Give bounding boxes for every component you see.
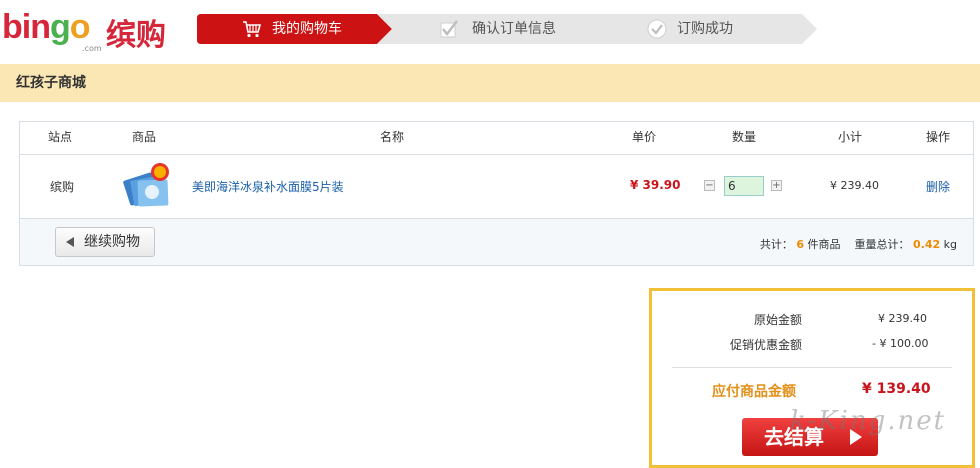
check-circle-icon [647, 19, 667, 39]
header-name: 名称 [380, 130, 405, 144]
cart-footer: 继续购物 共计： 6 件商品 重量总计： 0.42 kg [20, 218, 973, 265]
step-label: 确认订单信息 [472, 21, 556, 37]
continue-shopping-button[interactable]: 继续购物 [55, 227, 155, 257]
weight-unit: kg [943, 238, 957, 251]
order-totals: 原始金额 ¥ 239.40 促销优惠金额 - ¥ 100.00 应付商品金额 ¥… [649, 288, 975, 468]
original-amount-value: ¥ 239.40 [878, 312, 927, 325]
logo-brand: bingo [2, 8, 91, 46]
quantity-increase-button[interactable]: + [771, 180, 782, 191]
logo-cn: 缤购 [106, 18, 166, 53]
cart-icon [243, 21, 262, 38]
table-header: 站点 商品 名称 单价 数量 小计 操作 [20, 122, 973, 155]
payable-amount-value: ¥ 139.40 [862, 381, 931, 397]
cart-summary: 共计： 6 件商品 重量总计： 0.42 kg [760, 236, 957, 252]
delete-link[interactable]: 删除 [926, 178, 950, 195]
header-site: 站点 [48, 130, 73, 144]
quantity-decrease-button[interactable]: − [704, 180, 715, 191]
unit-price: ¥ 39.90 [630, 178, 681, 192]
item-subtotal: ¥ 239.40 [830, 179, 879, 192]
step-my-cart: 我的购物车 [197, 14, 392, 44]
original-amount-label: 原始金额 [754, 313, 803, 327]
store-name: 红孩子商城 [0, 64, 980, 102]
cart-table: 站点 商品 名称 单价 数量 小计 操作 缤购 美即海洋冰泉补水面膜5片装 ¥ … [19, 121, 974, 266]
totals-divider [672, 367, 952, 368]
item-count: 6 [796, 238, 804, 251]
header-product: 商品 [132, 130, 157, 144]
checkout-steps: 我的购物车 确认订单信息 订购成功 [197, 14, 817, 44]
product-image[interactable] [122, 162, 174, 210]
payable-amount-label: 应付商品金额 [712, 384, 796, 400]
step-confirm-order: 确认订单信息 [377, 14, 607, 44]
check-icon [440, 20, 458, 38]
continue-shopping-label: 继续购物 [84, 234, 140, 250]
logo-dotcom: .com [82, 44, 102, 53]
header-subtotal: 小计 [838, 130, 863, 144]
header-quantity: 数量 [732, 130, 757, 144]
header-unit-price: 单价 [632, 130, 657, 144]
site-logo[interactable]: bingo .com 缤购 [2, 8, 177, 53]
header: bingo .com 缤购 我的购物车 确认订单信息 订购成功 [0, 0, 980, 62]
item-site: 缤购 [50, 180, 75, 194]
product-name-link[interactable]: 美即海洋冰泉补水面膜5片装 [192, 178, 344, 195]
watermark: k-King.net [790, 406, 947, 436]
step-label: 订购成功 [677, 21, 733, 37]
header-action: 操作 [926, 130, 951, 144]
step-label: 我的购物车 [272, 21, 342, 37]
discount-value: - ¥ 100.00 [872, 337, 929, 350]
weight-prefix: 重量总计： [854, 238, 910, 251]
count-prefix: 共计： [759, 238, 793, 251]
table-row: 缤购 美即海洋冰泉补水面膜5片装 ¥ 39.90 − + ¥ 239.40 删除 [20, 154, 973, 218]
step-order-success: 订购成功 [592, 14, 817, 44]
total-weight: 0.42 [913, 238, 941, 251]
back-arrow-icon [66, 237, 74, 247]
quantity-input[interactable] [724, 176, 764, 196]
discount-label: 促销优惠金额 [730, 338, 803, 352]
count-suffix: 件商品 [807, 238, 841, 251]
